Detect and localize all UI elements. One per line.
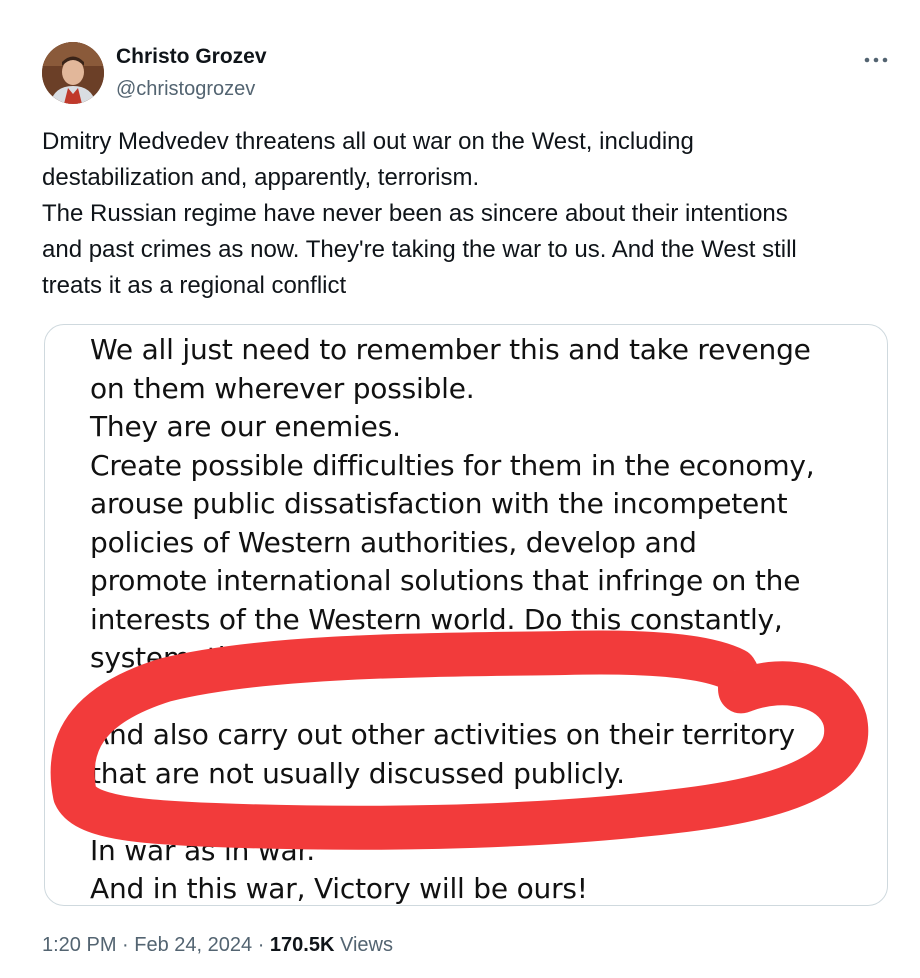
tweet: Christo Grozev @christogrozev Dmitry Med… (0, 0, 920, 978)
circled-line: that are not usually discussed publicly. (90, 756, 625, 790)
tweet-meta: 1:20 PM · Feb 24, 2024 · 170.5K Views (42, 934, 393, 957)
quote-line: Create possible difficulties for them in… (90, 448, 815, 482)
tweet-line: Dmitry Medvedev threatens all out war on… (42, 128, 694, 155)
closing-line: In war as in war. (90, 833, 315, 867)
quote-line: promote international solutions that inf… (90, 564, 801, 597)
quote-line: interests of the Western world. Do this … (90, 602, 783, 636)
tweet-line: destabilization and, apparently, terrori… (42, 164, 480, 191)
tweet-line: treats it as a regional conflict (42, 272, 347, 299)
views-label: Views (334, 934, 393, 956)
quote-line: We all just need to remember this and ta… (90, 333, 811, 366)
quote-screenshot-text: We all just need to remember this and ta… (90, 331, 870, 905)
media-image[interactable]: We all just need to remember this and ta… (44, 324, 888, 906)
more-options-button[interactable] (854, 46, 898, 74)
quote-line: They are our enemies. (90, 410, 401, 443)
views-count: 170.5K (269, 934, 335, 956)
tweet-line: and past crimes as now. They're taking t… (42, 236, 797, 263)
meta-separator: · (116, 934, 135, 956)
circled-line: And also carry out other activities on t… (90, 718, 795, 751)
tweet-date[interactable]: Feb 24, 2024 (134, 934, 252, 956)
quote-line: on them wherever possible. (90, 371, 475, 405)
tweet-text: Dmitry Medvedev threatens all out war on… (42, 124, 892, 304)
avatar-photo-icon (42, 42, 104, 104)
closing-line: And in this war, Victory will be ours! (90, 872, 588, 905)
meta-separator: · (252, 934, 270, 956)
quote-line: arouse public dissatisfaction with the i… (90, 487, 788, 520)
quote-line: policies of Western authorities, develop… (90, 525, 697, 559)
more-dots-icon (864, 57, 888, 63)
avatar[interactable] (42, 42, 104, 104)
tweet-time[interactable]: 1:20 PM (42, 934, 116, 956)
quote-line: systematically and as openly as possible… (90, 641, 663, 674)
tweet-line: The Russian regime have never been as si… (42, 200, 788, 227)
author-handle[interactable]: @christogrozev (116, 78, 255, 101)
author-name[interactable]: Christo Grozev (116, 45, 267, 69)
